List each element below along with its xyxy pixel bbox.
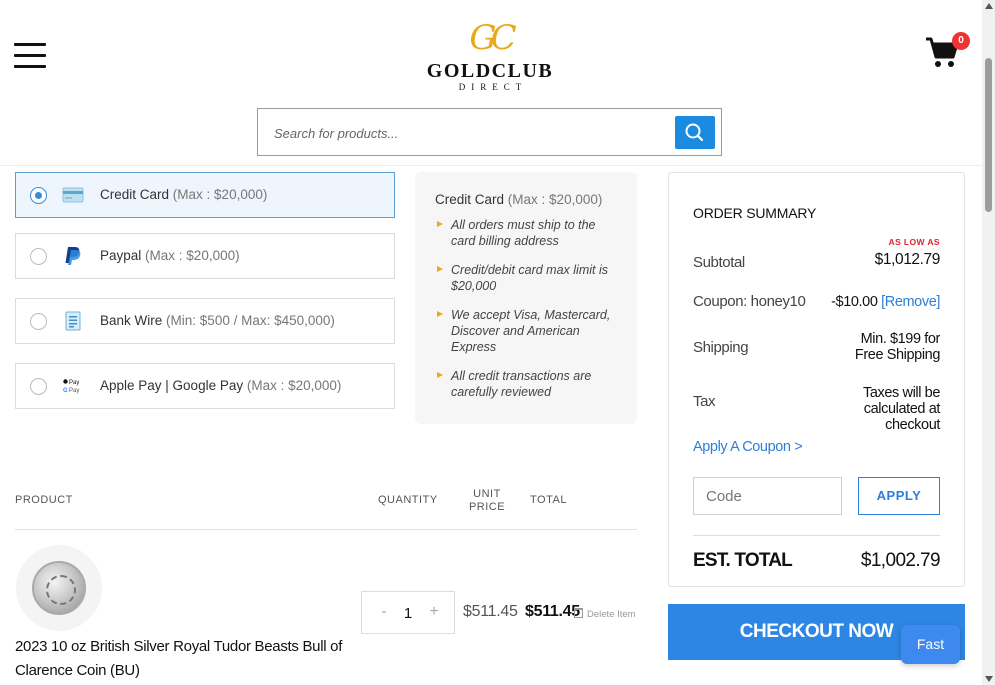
quantity-decrease-button[interactable]: -: [374, 602, 394, 622]
subtotal-label: Subtotal: [693, 254, 745, 271]
scrollbar-thumb[interactable]: [985, 58, 992, 212]
order-summary-title: ORDER SUMMARY: [693, 205, 817, 221]
payment-option-limit: (Max : $20,000): [145, 248, 240, 263]
column-header-total: TOTAL: [530, 494, 567, 506]
silver-coin-image: [32, 561, 86, 615]
info-limit: (Max : $20,000): [507, 192, 603, 207]
tax-value: Taxes will be calculated at checkout: [863, 385, 940, 433]
subtotal-value: $1,012.79: [874, 251, 941, 268]
cart-button[interactable]: 0: [924, 32, 970, 74]
delete-item-label: Delete Item: [587, 609, 636, 620]
bank-document-icon: [65, 311, 81, 331]
site-logo[interactable]: GC GOLDCLUB DIRECT: [420, 18, 560, 92]
payment-option-credit-card[interactable]: Credit Card (Max : $20,000): [15, 172, 395, 218]
logo-subtitle: DIRECT: [458, 82, 528, 92]
logo-mark: GC: [469, 18, 516, 58]
credit-card-icon: [62, 187, 84, 203]
payment-option-bank-wire[interactable]: Bank Wire (Min: $500 / Max: $450,000): [15, 298, 395, 344]
est-total-value: $1,002.79: [860, 550, 941, 571]
payment-option-label: Apple Pay | Google Pay: [100, 378, 244, 393]
payment-option-limit: (Min: $500 / Max: $450,000): [166, 313, 335, 328]
trash-icon: [574, 608, 583, 618]
remove-coupon-link[interactable]: [Remove]: [881, 294, 940, 310]
shipping-value: Min. $199 for Free Shipping: [854, 331, 940, 363]
site-header: GC GOLDCLUB DIRECT 0: [0, 0, 982, 166]
apply-coupon-button[interactable]: APPLY: [858, 477, 940, 515]
quantity-stepper: - +: [361, 591, 455, 634]
coupon-discount: -$10.00: [831, 294, 878, 310]
delete-item-button[interactable]: Delete Item: [574, 608, 636, 620]
search-input[interactable]: [274, 123, 664, 143]
payment-option-limit: (Max : $20,000): [172, 187, 268, 202]
checkout-page: GC GOLDCLUB DIRECT 0 Search for products…: [0, 0, 995, 685]
page-scrollbar[interactable]: [982, 0, 995, 685]
quantity-increase-button[interactable]: +: [424, 602, 444, 622]
paypal-icon: [65, 247, 81, 265]
svg-text:Pay: Pay: [69, 380, 79, 386]
search-bar: [257, 108, 722, 156]
column-header-unit-price: UNIT PRICE: [468, 488, 506, 513]
order-summary: ORDER SUMMARY AS LOW AS Subtotal $1,012.…: [668, 172, 965, 587]
quantity-input[interactable]: [396, 602, 420, 624]
payment-option-label: Bank Wire: [100, 313, 163, 328]
search-icon: [685, 123, 704, 142]
coupon-code-input[interactable]: [693, 477, 842, 515]
shipping-label: Shipping: [693, 339, 749, 356]
payment-info-box: Credit Card (Max : $20,000) All orders m…: [415, 172, 637, 424]
tax-label: Tax: [693, 393, 716, 410]
est-total-label: EST. TOTAL: [693, 550, 793, 571]
product-image[interactable]: [16, 545, 102, 631]
payment-option-paypal[interactable]: Paypal (Max : $20,000): [15, 233, 395, 279]
info-item: We accept Visa, Mastercard, Discover and…: [435, 307, 621, 355]
info-item: All orders must ship to the card billing…: [435, 217, 621, 249]
info-title: Credit Card: [435, 192, 505, 207]
apply-coupon-link[interactable]: Apply A Coupon >: [693, 439, 803, 455]
summary-divider: [693, 535, 940, 536]
radio-button[interactable]: [30, 378, 47, 395]
apple-google-pay-icon: Pay G Pay: [63, 379, 79, 394]
info-list: All orders must ship to the card billing…: [435, 217, 621, 400]
payment-option-label: Credit Card: [100, 187, 170, 202]
search-button[interactable]: [675, 116, 715, 149]
as-low-as-label: AS LOW AS: [888, 237, 940, 247]
radio-button[interactable]: [30, 187, 47, 204]
svg-text:Pay: Pay: [69, 388, 79, 394]
scroll-down-arrow-icon[interactable]: [985, 676, 993, 682]
column-header-quantity: QUANTITY: [378, 494, 438, 506]
payment-option-apple-google-pay[interactable]: Pay G Pay Apple Pay | Google Pay (Max : …: [15, 363, 395, 409]
menu-icon[interactable]: [14, 43, 46, 69]
line-total: $511.45: [525, 603, 580, 620]
scroll-up-arrow-icon[interactable]: [985, 3, 993, 9]
coupon-label: Coupon: honey10: [693, 293, 806, 310]
radio-button[interactable]: [30, 248, 47, 265]
product-name[interactable]: 2023 10 oz British Silver Royal Tudor Be…: [15, 635, 355, 683]
svg-text:G: G: [63, 388, 68, 394]
cart-count-badge: 0: [952, 32, 970, 50]
radio-button[interactable]: [30, 313, 47, 330]
table-divider: [15, 529, 637, 530]
unit-price: $511.45: [463, 603, 518, 620]
payment-option-limit: (Max : $20,000): [246, 378, 342, 393]
info-item: Credit/debit card max limit is $20,000: [435, 262, 621, 294]
logo-name: GOLDCLUB: [426, 60, 554, 82]
fast-checkout-button[interactable]: Fast: [901, 625, 960, 664]
column-header-product: PRODUCT: [15, 494, 73, 506]
payment-option-label: Paypal: [100, 248, 142, 263]
info-item: All credit transactions are carefully re…: [435, 368, 621, 400]
